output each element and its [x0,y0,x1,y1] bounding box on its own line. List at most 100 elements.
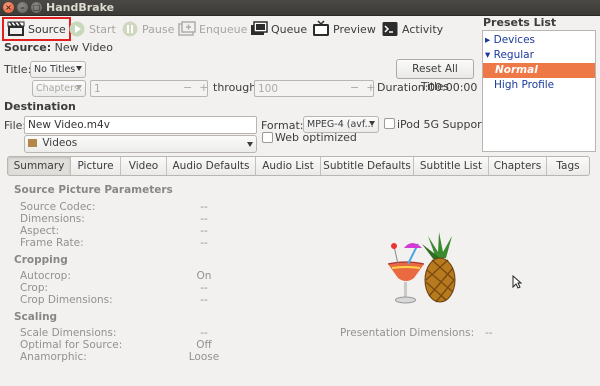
tab-subtitle-defaults[interactable]: Subtitle Defaults [321,157,414,175]
tab-summary[interactable]: Summary [8,157,71,175]
queue-button[interactable]: Queue [250,18,307,40]
collapse-arrow-icon[interactable]: ▾ [485,49,490,61]
summary-value: -- [200,282,208,294]
presentation-dimensions-label: Presentation Dimensions: [340,327,475,339]
maximize-icon[interactable]: □ [31,2,42,13]
start-button[interactable]: Start [68,18,116,40]
title-select[interactable]: No Titles [30,61,86,78]
chapters-select[interactable]: Chapters: [32,80,86,97]
source-label: Source: [4,41,52,54]
pause-button[interactable]: Pause [121,18,174,40]
source-row: Source: New Video [4,41,113,54]
summary-key: Source Codec: [20,201,96,213]
plus-icon[interactable]: + [366,81,375,94]
destination-heading: Destination [4,100,76,113]
tab-subtitle-list[interactable]: Subtitle List [414,157,489,175]
pause-icon [121,20,139,38]
reset-all-titles-button[interactable]: Reset All Titles [396,59,474,93]
minus-icon[interactable]: − [183,81,192,94]
tab-picture[interactable]: Picture [71,157,121,175]
preset-label: Regular [493,49,534,61]
chapter-start-stepper[interactable]: − + [183,81,208,94]
file-name-input[interactable]: New Video.m4v [24,116,257,134]
enqueue-button-label: Enqueue [199,22,248,36]
chevron-down-icon [76,66,82,71]
summary-key: Anamorphic: [20,351,87,363]
queue-icon [250,20,268,38]
preset-label: Devices [493,34,536,46]
preview-button-label: Preview [333,22,376,36]
chapter-end-stepper[interactable]: − + [350,81,375,94]
summary-key: Crop: [20,282,49,294]
summary-value: -- [200,225,208,237]
tab-tags[interactable]: Tags [547,157,589,175]
destination-folder-select[interactable]: Videos [24,135,257,153]
tab-audio-defaults[interactable]: Audio Defaults [167,157,256,175]
close-icon[interactable]: × [3,2,14,13]
window-title: HandBrake [46,1,115,14]
duration-label: Duration: [377,81,429,94]
tv-icon [312,20,330,38]
enqueue-icon [178,20,196,38]
summary-value: -- [200,294,208,306]
file-label: File: [4,119,27,132]
web-optimized-label: Web optimized [275,131,357,144]
minus-icon[interactable]: − [350,81,359,94]
summary-value: Loose [188,351,220,363]
presentation-dimensions-value: -- [485,327,493,339]
source-picture-parameters-heading: Source Picture Parameters [14,184,173,196]
source-button[interactable]: Source [2,17,71,41]
summary-key: Scale Dimensions: [20,327,117,339]
chevron-down-icon [247,142,253,147]
summary-value: -- [200,327,208,339]
preset-group-devices[interactable]: ▸ Devices [483,33,595,48]
activity-button[interactable]: Activity [381,18,443,40]
source-value: New Video [54,41,113,54]
ipod-5g-checkbox[interactable] [384,118,395,129]
plus-icon[interactable]: + [199,81,208,94]
preset-group-regular[interactable]: ▾ Regular [483,48,595,63]
web-optimized-checkbox[interactable] [262,132,273,143]
tab-chapters[interactable]: Chapters [489,157,547,175]
chapter-start-value: 1 [94,83,101,95]
activity-button-label: Activity [402,22,444,36]
tab-video[interactable]: Video [121,157,167,175]
format-select-value: MPEG-4 (avf... [307,119,374,130]
summary-value: On [196,270,212,282]
preset-item-normal[interactable]: Normal [483,63,595,78]
chevron-down-icon [369,121,375,126]
tab-audio-list[interactable]: Audio List [256,157,321,175]
clapperboard-icon [7,20,25,38]
summary-key: Autocrop: [20,270,71,282]
summary-key: Optimal for Source: [20,339,123,351]
title-bar: × – □ HandBrake [0,0,600,16]
chevron-down-icon [76,85,82,90]
title-label: Title: [4,63,32,76]
through-label: through [213,81,257,94]
summary-key: Crop Dimensions: [20,294,113,306]
handbrake-logo-icon [384,230,464,310]
chapter-end-value: 100 [258,83,279,95]
settings-tabs: Summary Picture Video Audio Defaults Aud… [7,156,590,176]
source-button-label: Source [28,22,66,36]
summary-value: -- [200,237,208,249]
title-select-value: No Titles [34,64,76,75]
summary-value: Off [196,339,212,351]
preset-label: Normal [495,64,538,76]
preview-button[interactable]: Preview [312,18,376,40]
summary-value: -- [200,213,208,225]
summary-key: Dimensions: [20,213,85,225]
minimize-icon[interactable]: – [17,2,28,13]
cropping-heading: Cropping [14,254,68,266]
file-name-value: New Video.m4v [28,119,110,131]
summary-key: Aspect: [20,225,60,237]
presets-list-title: Presets List [483,16,557,29]
summary-value: -- [200,201,208,213]
folder-icon [28,139,37,147]
preset-item-high-profile[interactable]: High Profile [483,78,595,93]
expand-arrow-icon[interactable]: ▸ [485,34,490,46]
play-icon [68,20,86,38]
start-button-label: Start [89,22,116,36]
summary-key: Frame Rate: [20,237,84,249]
enqueue-button[interactable]: Enqueue [178,18,247,40]
